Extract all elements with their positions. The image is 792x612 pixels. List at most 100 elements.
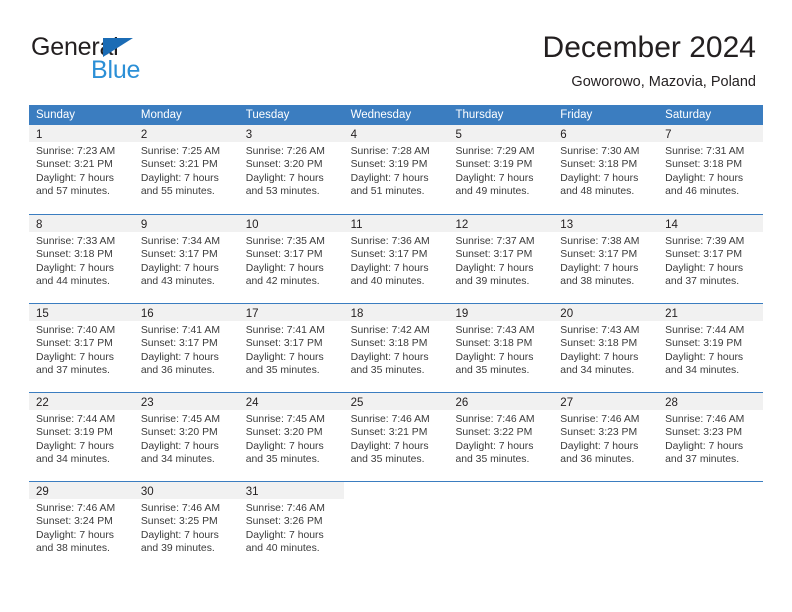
day-number-band: 14 (658, 215, 764, 232)
day-number: 25 (350, 397, 364, 409)
daylight-text-line1: Daylight: 7 hours (665, 440, 744, 452)
day-cell[interactable]: 3 Sunrise: 7:26 AM Sunset: 3:20 PM Daylight… (238, 125, 344, 214)
day-number-band (658, 482, 763, 499)
day-cell[interactable]: 28 Sunrise: 7:46 AM Sunset: 3:23 PM Dayligh… (658, 393, 764, 481)
sunrise-text: Sunrise: 7:35 AM (245, 236, 325, 247)
day-cell[interactable]: 20 Sunrise: 7:43 AM Sunset: 3:18 PM Dayligh… (553, 304, 659, 392)
day-number-band: 18 (343, 304, 449, 321)
sunset-text: Sunset: 3:17 PM (455, 249, 533, 261)
daylight-text-line2: and 37 minutes. (36, 365, 110, 377)
day-number: 15 (36, 308, 49, 320)
calendar-grid: Sunday Monday Tuesday Wednesday Thursday Frid… (29, 105, 764, 570)
day-info: Sunrise: 7:36 AM Sunset: 3:17 PM Daylight:… (344, 232, 449, 289)
day-cell[interactable]: 11 Sunrise: 7:36 AM Sunset: 3:17 PM Dayligh… (343, 215, 449, 303)
day-cell[interactable]: 30 Sunrise: 7:46 AM Sunset: 3:25 PM Dayligh… (133, 482, 239, 570)
sunrise-text: Sunrise: 7:39 AM (665, 236, 745, 247)
daylight-text-line2: and 37 minutes. (665, 276, 740, 288)
brand-logo[interactable]: General Blue (31, 33, 221, 89)
sunset-text: Sunset: 3:25 PM (140, 516, 218, 528)
day-cell[interactable]: 31 Sunrise: 7:46 AM Sunset: 3:26 PM Dayligh… (238, 482, 344, 570)
sunrise-text: Sunrise: 7:44 AM (36, 414, 116, 425)
sunset-text: Sunset: 3:18 PM (455, 338, 533, 350)
daylight-text-line1: Daylight: 7 hours (350, 440, 429, 452)
sunset-text: Sunset: 3:18 PM (560, 338, 638, 350)
day-cell[interactable]: 27 Sunrise: 7:46 AM Sunset: 3:23 PM Dayligh… (553, 393, 659, 481)
day-cell[interactable]: 15 Sunrise: 7:40 AM Sunset: 3:17 PM Dayligh… (29, 304, 134, 392)
sunrise-text: Sunrise: 7:33 AM (36, 236, 116, 247)
sunset-text: Sunset: 3:19 PM (665, 338, 742, 350)
day-cell[interactable]: 6 Sunrise: 7:30 AM Sunset: 3:18 PM Daylight… (553, 125, 659, 214)
weekday-header-tuesday: Tuesday (245, 109, 290, 121)
weekday-header-saturday: Saturday (665, 109, 712, 121)
calendar-weeks: 1 Sunrise: 7:23 AM Sunset: 3:21 PM Daylight… (29, 125, 764, 570)
weekday-header-wednesday: Wednesday (350, 109, 412, 121)
day-info: Sunrise: 7:33 AM Sunset: 3:18 PM Daylight:… (29, 232, 134, 289)
sunrise-text: Sunrise: 7:31 AM (665, 146, 745, 157)
day-number: 3 (245, 129, 253, 141)
daylight-text-line2: and 42 minutes. (245, 276, 320, 288)
weekday-header-row: Sunday Monday Tuesday Wednesday Thursday Frid… (29, 105, 763, 125)
daylight-text-line1: Daylight: 7 hours (36, 440, 114, 452)
sunrise-text: Sunrise: 7:26 AM (245, 146, 325, 157)
sunset-text: Sunset: 3:18 PM (350, 338, 428, 350)
day-cell[interactable]: 26 Sunrise: 7:46 AM Sunset: 3:22 PM Dayligh… (448, 393, 554, 481)
weekday-header-friday: Friday (560, 109, 593, 121)
sunset-text: Sunset: 3:18 PM (665, 159, 742, 171)
day-cell[interactable]: 16 Sunrise: 7:41 AM Sunset: 3:17 PM Dayligh… (133, 304, 239, 392)
day-info: Sunrise: 7:31 AM Sunset: 3:18 PM Daylight:… (658, 142, 763, 199)
day-cell[interactable]: 4 Sunrise: 7:28 AM Sunset: 3:19 PM Daylight… (343, 125, 449, 214)
daylight-text-line1: Daylight: 7 hours (560, 440, 639, 452)
daylight-text-line1: Daylight: 7 hours (455, 262, 534, 274)
day-number: 26 (455, 397, 469, 409)
day-number: 11 (350, 219, 363, 231)
day-cell[interactable]: 25 Sunrise: 7:46 AM Sunset: 3:21 PM Dayligh… (343, 393, 449, 481)
sunrise-text: Sunrise: 7:29 AM (455, 146, 535, 157)
daylight-text-line2: and 48 minutes. (560, 186, 635, 198)
day-cell[interactable]: 18 Sunrise: 7:42 AM Sunset: 3:18 PM Dayligh… (343, 304, 449, 392)
day-cell[interactable]: 21 Sunrise: 7:44 AM Sunset: 3:19 PM Dayligh… (658, 304, 764, 392)
day-cell[interactable]: 7 Sunrise: 7:31 AM Sunset: 3:18 PM Daylight… (658, 125, 764, 214)
day-cell[interactable]: 9 Sunrise: 7:34 AM Sunset: 3:17 PM Daylight… (133, 215, 239, 303)
day-number-band: 2 (133, 125, 239, 142)
day-info: Sunrise: 7:45 AM Sunset: 3:20 PM Daylight:… (134, 410, 239, 467)
sunset-text: Sunset: 3:24 PM (36, 516, 113, 528)
day-number-band: 17 (238, 304, 344, 321)
daylight-text-line1: Daylight: 7 hours (665, 262, 744, 274)
sunset-text: Sunset: 3:20 PM (245, 159, 323, 171)
day-cell[interactable]: 14 Sunrise: 7:39 AM Sunset: 3:17 PM Dayligh… (658, 215, 764, 303)
daylight-text-line1: Daylight: 7 hours (36, 262, 114, 274)
day-cell[interactable]: 22 Sunrise: 7:44 AM Sunset: 3:19 PM Dayligh… (29, 393, 134, 481)
daylight-text-line2: and 34 minutes. (36, 454, 110, 466)
day-cell[interactable]: 13 Sunrise: 7:38 AM Sunset: 3:17 PM Dayligh… (553, 215, 659, 303)
day-cell-empty (344, 482, 449, 570)
brand-name-blue: Blue (91, 56, 141, 84)
day-number-band: 16 (133, 304, 239, 321)
daylight-text-line1: Daylight: 7 hours (560, 262, 639, 274)
day-number: 12 (455, 219, 469, 231)
sunrise-text: Sunrise: 7:46 AM (560, 414, 640, 425)
day-number: 20 (560, 308, 574, 320)
day-cell[interactable]: 2 Sunrise: 7:25 AM Sunset: 3:21 PM Daylight… (133, 125, 239, 214)
day-cell[interactable]: 17 Sunrise: 7:41 AM Sunset: 3:17 PM Dayligh… (238, 304, 344, 392)
day-cell[interactable]: 5 Sunrise: 7:29 AM Sunset: 3:19 PM Daylight… (448, 125, 554, 214)
day-cell-empty (553, 482, 658, 570)
daylight-text-line1: Daylight: 7 hours (560, 351, 639, 363)
day-number: 19 (455, 308, 469, 320)
daylight-text-line2: and 35 minutes. (245, 454, 320, 466)
day-cell[interactable]: 1 Sunrise: 7:23 AM Sunset: 3:21 PM Daylight… (29, 125, 134, 214)
day-info: Sunrise: 7:46 AM Sunset: 3:22 PM Daylight:… (448, 410, 553, 467)
sunrise-text: Sunrise: 7:46 AM (455, 414, 535, 425)
day-info: Sunrise: 7:40 AM Sunset: 3:17 PM Daylight:… (29, 321, 134, 378)
day-info (658, 499, 763, 502)
day-info: Sunrise: 7:46 AM Sunset: 3:21 PM Daylight:… (344, 410, 449, 467)
day-number-band: 8 (29, 215, 134, 232)
day-number-band: 10 (238, 215, 344, 232)
day-cell[interactable]: 29 Sunrise: 7:46 AM Sunset: 3:24 PM Dayligh… (29, 482, 134, 570)
day-cell[interactable]: 23 Sunrise: 7:45 AM Sunset: 3:20 PM Dayligh… (133, 393, 239, 481)
day-cell[interactable]: 10 Sunrise: 7:35 AM Sunset: 3:17 PM Dayligh… (238, 215, 344, 303)
day-cell[interactable]: 12 Sunrise: 7:37 AM Sunset: 3:17 PM Dayligh… (448, 215, 554, 303)
day-cell[interactable]: 19 Sunrise: 7:43 AM Sunset: 3:18 PM Dayligh… (448, 304, 554, 392)
day-cell[interactable]: 24 Sunrise: 7:45 AM Sunset: 3:20 PM Dayligh… (238, 393, 344, 481)
day-cell[interactable]: 8 Sunrise: 7:33 AM Sunset: 3:18 PM Daylight… (29, 215, 134, 303)
calendar-week-row: 15 Sunrise: 7:40 AM Sunset: 3:17 PM Dayligh… (29, 303, 764, 392)
